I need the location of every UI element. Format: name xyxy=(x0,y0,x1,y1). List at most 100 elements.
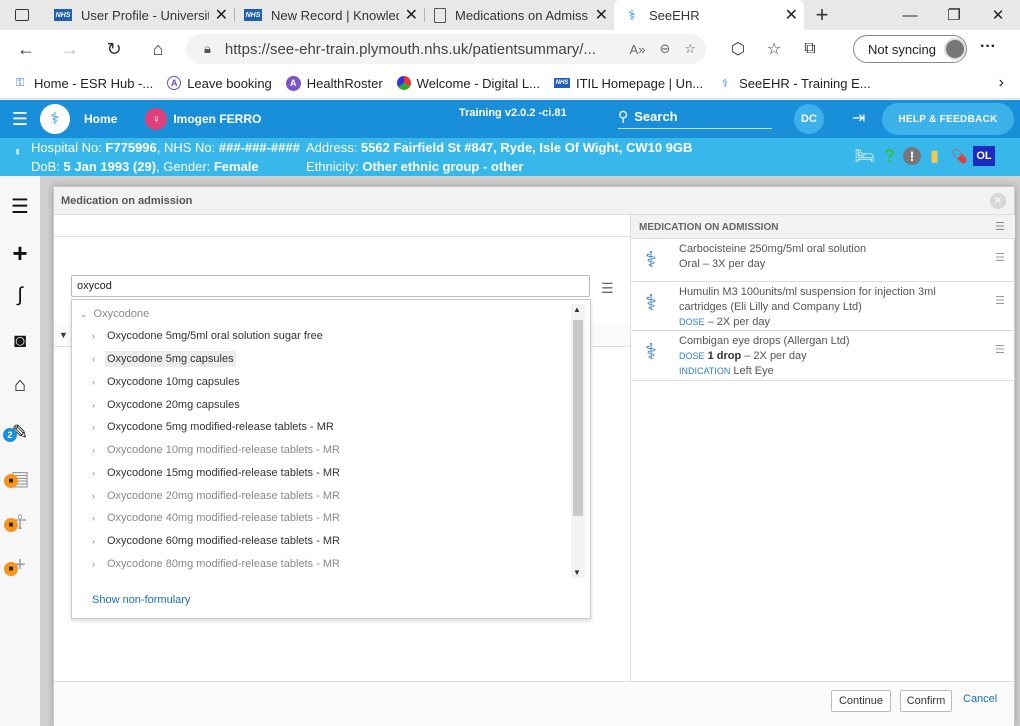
sync-button[interactable]: Not syncing xyxy=(853,35,967,63)
question-icon[interactable]: ? xyxy=(878,146,901,166)
list-icon[interactable]: ☰ xyxy=(0,194,40,219)
favourite-label: Leave booking xyxy=(187,75,272,91)
patient-chip[interactable]: ♀ Imogen FERRO xyxy=(145,108,261,130)
list-item[interactable]: › Oxycodone 10mg capsules xyxy=(92,372,552,392)
browser-tab[interactable]: NHS User Profile - University ✕ xyxy=(44,0,234,30)
tab-actions-button[interactable] xyxy=(0,0,44,30)
new-tab-button[interactable]: + xyxy=(804,2,840,28)
cancel-button[interactable]: Cancel xyxy=(963,693,997,705)
home-link[interactable]: Home xyxy=(84,112,117,126)
patient-banner: ··· Hospital No: F775996, NHS No: ###-##… xyxy=(0,138,1020,176)
favourite-link[interactable]: ⚿ Home - ESR Hub -... xyxy=(12,75,153,91)
close-icon[interactable]: ✕ xyxy=(990,193,1006,209)
medication-name: Carbocisteine 250mg/5ml oral solution xyxy=(679,243,867,255)
list-item[interactable]: › Oxycodone 5mg modified-release tablets … xyxy=(92,417,552,437)
medication-row[interactable]: ⚕ Humulin M3 100units/ml suspension for … xyxy=(631,282,1015,331)
ol-badge[interactable]: OL xyxy=(973,146,995,166)
favourite-link[interactable]: ⚕ SeeEHR - Training E... xyxy=(717,75,870,91)
sync-label: Not syncing xyxy=(868,41,936,57)
lock-icon: ■ xyxy=(4,474,18,488)
list-item[interactable]: › Oxycodone 60mg modified-release tablets… xyxy=(92,531,552,551)
scroll-down-icon[interactable]: ▼ xyxy=(573,568,581,577)
scroll-up-icon[interactable]: ▲ xyxy=(573,305,581,314)
favourite-link[interactable]: A Leave booking xyxy=(167,76,272,91)
window-close-icon[interactable]: ✕ xyxy=(976,0,1020,30)
medication-row[interactable]: ⚕ Combigan eye drops (Allergan Ltd) DOSE… xyxy=(631,331,1015,381)
hamburger-menu-icon[interactable]: ☰ xyxy=(0,109,40,130)
camera-icon[interactable]: ◙ xyxy=(0,330,40,353)
drag-handle-icon[interactable]: ☰ xyxy=(995,294,1005,307)
favourite-link[interactable]: A HealthRoster xyxy=(285,75,383,91)
list-item[interactable]: › Oxycodone 10mg modified-release tablets… xyxy=(92,440,552,460)
stethoscope-icon[interactable]: ∫ xyxy=(0,284,40,307)
group-header[interactable]: ⌄ Oxycodone xyxy=(80,308,149,320)
scrollbar-thumb[interactable] xyxy=(573,320,583,516)
extensions-icon[interactable]: ⬡ xyxy=(720,39,756,59)
zoom-icon[interactable]: ⊖ xyxy=(659,41,670,57)
collections-icon[interactable]: ⧉ xyxy=(792,40,828,58)
pill-icon[interactable]: 💊︎ xyxy=(948,146,971,166)
chevron-right-icon[interactable]: › xyxy=(999,74,1004,92)
list-item[interactable]: › Oxycodone 80mg modified-release tablets… xyxy=(92,554,552,574)
help-feedback-button[interactable]: HELP & FEEDBACK xyxy=(882,103,1014,135)
clipboard-icon[interactable]: ▮ xyxy=(923,146,946,166)
more-vertical-icon[interactable]: ··· xyxy=(10,148,26,153)
chevron-down-icon: ⌄ xyxy=(80,309,88,319)
lock-icon: 🔒︎ xyxy=(204,41,211,56)
show-non-formulary-link[interactable]: Show non-formulary xyxy=(92,594,190,606)
alert-icon[interactable]: ! xyxy=(903,147,921,165)
menu-icon[interactable]: ☰ xyxy=(995,220,1005,233)
caret-down-icon[interactable]: ▼ xyxy=(59,330,68,340)
back-icon[interactable]: ← xyxy=(4,39,48,60)
refresh-icon[interactable]: ↻ xyxy=(92,39,136,60)
logout-icon[interactable]: ⇥ xyxy=(852,108,865,128)
bed-icon[interactable]: 🛏︎ xyxy=(853,146,876,166)
list-item[interactable]: › Oxycodone 20mg modified-release tablets… xyxy=(92,486,552,506)
list-item[interactable]: › Oxycodone 5mg/5ml oral solution sugar f… xyxy=(92,326,552,346)
favourite-label: Welcome - Digital L... xyxy=(416,75,540,91)
confirm-button[interactable]: Confirm xyxy=(900,690,952,712)
close-icon[interactable]: ✕ xyxy=(785,5,798,25)
medication-search-input[interactable] xyxy=(71,275,590,297)
home-icon[interactable]: ⌂ xyxy=(136,39,180,60)
url-field[interactable]: 🔒︎ https://see-ehr-train.plymouth.nhs.uk… xyxy=(186,34,706,64)
drag-handle-icon[interactable]: ☰ xyxy=(995,251,1005,264)
favourite-link[interactable]: NHS ITIL Homepage | Un... xyxy=(553,76,703,91)
house-plus-icon[interactable]: ⌂ xyxy=(0,374,40,397)
close-icon[interactable]: ✕ xyxy=(215,5,228,25)
close-icon[interactable]: ✕ xyxy=(595,5,608,25)
list-item[interactable]: › Oxycodone 15mg modified-release tablets… xyxy=(92,463,552,483)
favourites-icon[interactable]: ☆ xyxy=(756,39,792,59)
female-patient-icon: ♀ xyxy=(145,108,168,130)
drag-handle-icon[interactable]: ☰ xyxy=(995,343,1005,356)
browser-tab[interactable]: Medications on Admiss ✕ xyxy=(424,0,614,30)
read-aloud-icon[interactable]: A» xyxy=(630,42,646,57)
forward-icon[interactable]: → xyxy=(48,39,92,60)
list-item[interactable]: › Oxycodone 20mg capsules xyxy=(92,395,552,415)
more-menu-icon[interactable]: ··· xyxy=(980,38,996,56)
user-avatar[interactable]: DC xyxy=(794,104,824,134)
favourite-add-icon[interactable]: ☆ xyxy=(684,41,696,57)
medication-row[interactable]: ⚕ Carbocisteine 250mg/5ml oral solution … xyxy=(631,239,1015,282)
favourite-link[interactable]: Welcome - Digital L... xyxy=(396,75,540,91)
restore-icon[interactable]: ❐ xyxy=(932,0,976,30)
a-circle-icon: A xyxy=(167,76,182,90)
medication-icon: ⚕ xyxy=(645,247,657,272)
tab-title: User Profile - University xyxy=(81,7,209,23)
list-item[interactable]: › Oxycodone 40mg modified-release tablets… xyxy=(92,508,552,528)
list-item[interactable]: › Oxycodone 5mg capsules xyxy=(92,349,552,369)
scrollbar[interactable]: ▲ ▼ xyxy=(571,304,585,578)
dose-value: 1 drop xyxy=(707,350,742,362)
browser-tab-active[interactable]: ⚕ SeeEHR ✕ xyxy=(614,0,804,30)
menu-icon[interactable]: ☰ xyxy=(601,280,614,297)
minimize-icon[interactable]: — xyxy=(888,0,932,30)
close-icon[interactable]: ✕ xyxy=(405,5,418,25)
continue-button[interactable]: Continue xyxy=(831,690,891,712)
browser-tab[interactable]: NHS New Record | Knowledg ✕ xyxy=(234,0,424,30)
chevron-right-icon: › xyxy=(92,445,95,455)
chevron-right-icon: › xyxy=(92,559,95,569)
app-search[interactable]: ⚲ Search xyxy=(618,105,772,129)
medication-name: Humulin M3 100units/ml suspension for in… xyxy=(679,286,936,313)
plus-icon[interactable]: + xyxy=(0,238,40,269)
favourite-label: HealthRoster xyxy=(306,75,383,91)
